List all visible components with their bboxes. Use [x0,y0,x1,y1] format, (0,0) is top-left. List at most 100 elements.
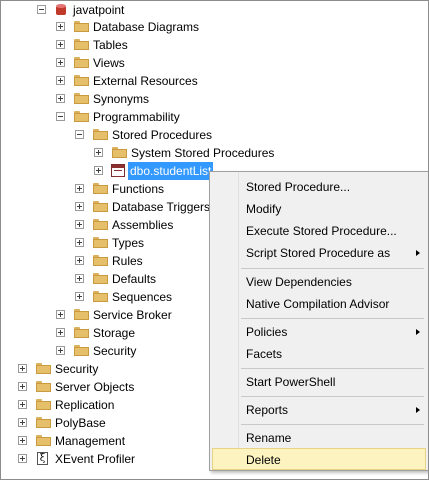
expand-icon[interactable] [18,364,27,373]
tree-node-management[interactable]: Management [1,432,201,450]
folder-icon [36,417,51,428]
tree-node-stored-procedures[interactable]: Stored Procedures [1,126,241,144]
expand-icon[interactable] [18,382,27,391]
node-label: Defaults [112,272,157,286]
tree-node-defaults[interactable]: Defaults [1,270,201,288]
menu-item-label: Facets [246,347,283,361]
menu-item-delete[interactable]: Delete [212,448,426,470]
node-label: Security [93,344,137,358]
menu-item-label: Script Stored Procedure as [246,246,391,260]
menu-item-label: Stored Procedure... [246,180,351,194]
node-label: Service Broker [93,308,172,322]
tree-node-database-diagrams[interactable]: Database Diagrams [1,18,221,36]
collapse-icon[interactable] [75,130,84,139]
menu-item-label: View Dependencies [246,275,352,289]
menu-item-policies[interactable]: Policies [212,321,426,343]
expand-icon[interactable] [75,184,84,193]
tree-node-programmability[interactable]: Programmability [1,108,221,126]
folder-icon [36,399,51,410]
node-label: Rules [112,254,143,268]
node-label: Functions [112,182,165,196]
expand-icon[interactable] [94,166,103,175]
tree-node-assemblies[interactable]: Assemblies [1,216,201,234]
tree-node-server-objects[interactable]: Server Objects [1,378,201,396]
collapse-icon[interactable] [37,5,46,14]
expand-icon[interactable] [56,76,65,85]
folder-icon [74,57,89,68]
tree-node-storage[interactable]: Storage [1,324,201,342]
expand-icon[interactable] [56,40,65,49]
expand-icon[interactable] [56,328,65,337]
menu-separator [241,424,424,425]
tree-node-views[interactable]: Views [1,54,221,72]
tree-node-service-broker[interactable]: Service Broker [1,306,201,324]
expand-icon[interactable] [75,238,84,247]
folder-icon [36,381,51,392]
tree-node-selected-procedure[interactable]: dbo.studentList [1,162,221,180]
folder-icon [74,75,89,86]
tree-node-rules[interactable]: Rules [1,252,201,270]
tree-node-polybase[interactable]: PolyBase [1,414,201,432]
node-label: Assemblies [112,218,174,232]
expand-icon[interactable] [56,58,65,67]
folder-icon [74,93,89,104]
expand-icon[interactable] [56,310,65,319]
folder-icon [93,201,108,212]
node-label: Stored Procedures [112,128,213,142]
node-label: Database Diagrams [93,20,200,34]
menu-item-view-dependencies[interactable]: View Dependencies [212,271,426,293]
menu-item-start-powershell[interactable]: Start PowerShell [212,371,426,393]
tree-node-tables[interactable]: Tables [1,36,221,54]
folder-icon [74,327,89,338]
tree-node-database[interactable]: javatpoint [1,1,201,19]
expand-icon[interactable] [75,220,84,229]
tree-node-replication[interactable]: Replication [1,396,201,414]
folder-icon [36,435,51,446]
tree-node-security[interactable]: Security [1,360,201,378]
collapse-icon[interactable] [56,112,65,121]
xevent-profiler-icon: ξ [37,452,48,465]
tree-node-synonyms[interactable]: Synonyms [1,90,221,108]
expand-icon[interactable] [56,22,65,31]
menu-item-label: Native Compilation Advisor [246,297,390,311]
menu-item-rename[interactable]: Rename [212,427,426,449]
menu-item-modify[interactable]: Modify [212,198,426,220]
menu-separator [241,396,424,397]
tree-node-db-security[interactable]: Security [1,342,201,360]
menu-item-facets[interactable]: Facets [212,343,426,365]
folder-icon [93,273,108,284]
menu-item-native-compilation-advisor[interactable]: Native Compilation Advisor [212,293,426,315]
expand-icon[interactable] [18,454,27,463]
menu-item-script-stored-procedure-as[interactable]: Script Stored Procedure as [212,242,426,264]
menu-item-label: Delete [246,453,281,467]
tree-node-database-triggers[interactable]: Database Triggers [1,198,210,216]
menu-item-new-stored-procedure[interactable]: Stored Procedure... [212,176,426,198]
expand-icon[interactable] [56,94,65,103]
tree-node-system-stored-procedures[interactable]: System Stored Procedures [1,144,281,162]
node-label: Management [55,434,126,448]
tree-node-functions[interactable]: Functions [1,180,201,198]
tree-node-sequences[interactable]: Sequences [1,288,201,306]
expand-icon[interactable] [94,148,103,157]
menu-item-label: Reports [246,403,289,417]
expand-icon[interactable] [75,256,84,265]
tree-node-xevent-profiler[interactable]: ξ XEvent Profiler [1,450,201,468]
folder-icon [74,345,89,356]
menu-item-label: Modify [246,202,282,216]
node-label: Types [112,236,145,250]
tree-node-external-resources[interactable]: External Resources [1,72,221,90]
expand-icon[interactable] [18,400,27,409]
expand-icon[interactable] [75,292,84,301]
menu-item-reports[interactable]: Reports [212,399,426,421]
expand-icon[interactable] [56,346,65,355]
tree-node-types[interactable]: Types [1,234,201,252]
menu-item-execute-stored-procedure[interactable]: Execute Stored Procedure... [212,220,426,242]
folder-icon [74,309,89,320]
expand-icon[interactable] [18,436,27,445]
submenu-arrow-icon [416,407,420,413]
database-icon [55,3,67,16]
expand-icon[interactable] [75,202,84,211]
expand-icon[interactable] [75,274,84,283]
node-label: Security [55,362,99,376]
expand-icon[interactable] [18,418,27,427]
